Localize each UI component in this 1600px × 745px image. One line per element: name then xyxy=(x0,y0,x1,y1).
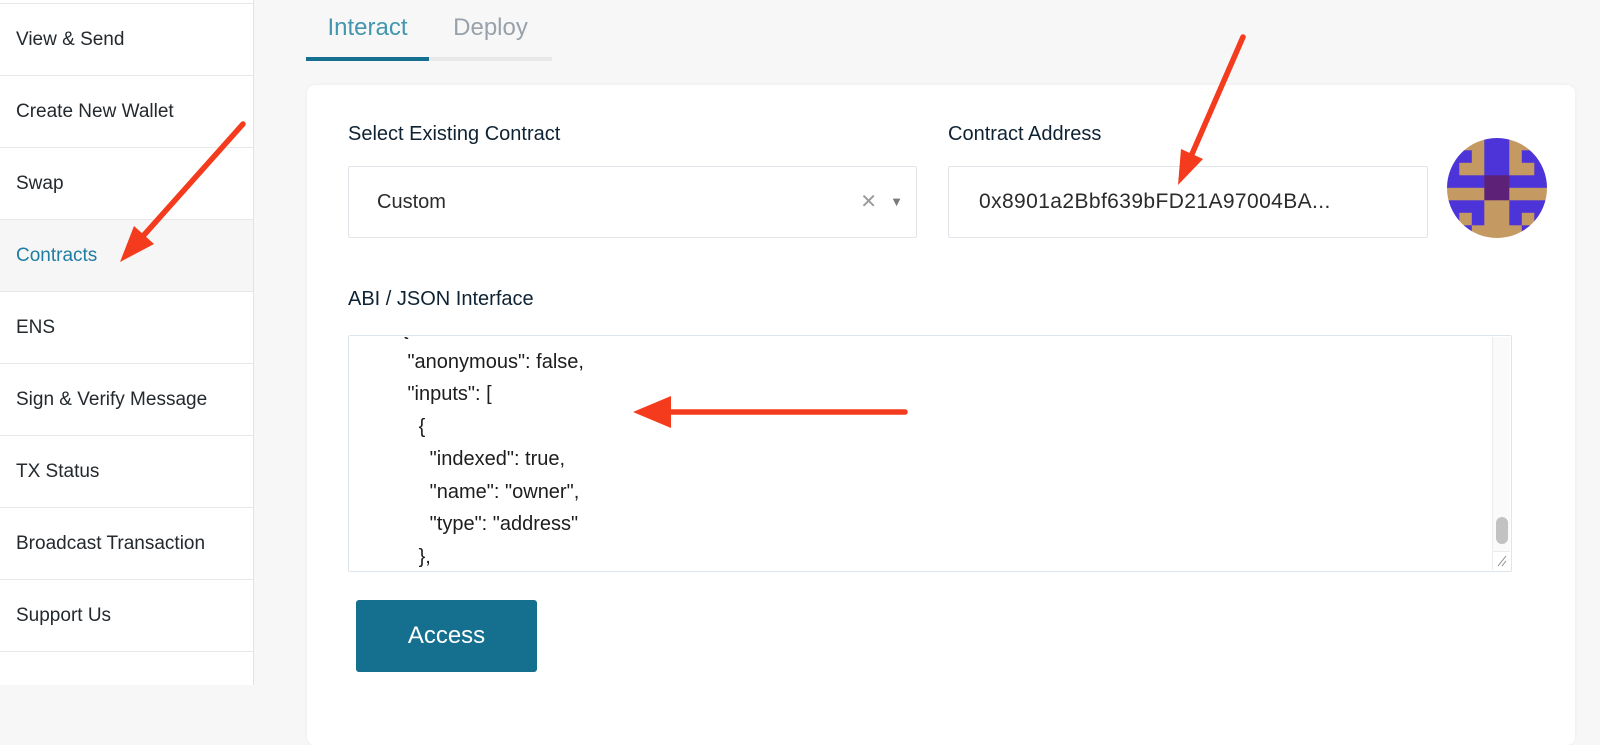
sidebar-item-broadcast-transaction[interactable]: Broadcast Transaction xyxy=(0,508,253,580)
access-button[interactable]: Access xyxy=(356,600,537,672)
sidebar-item-support-us[interactable]: Support Us xyxy=(0,580,253,652)
select-existing-contract-dropdown[interactable]: Custom ✕ ▼ xyxy=(348,166,917,238)
sidebar-item-contracts[interactable]: Contracts xyxy=(0,220,253,292)
tab-deploy-label: Deploy xyxy=(453,14,528,41)
sidebar-item-create-new-wallet[interactable]: Create New Wallet xyxy=(0,76,253,148)
resize-grip-icon xyxy=(1493,552,1509,569)
identicon-grid xyxy=(1447,138,1547,238)
abi-json-text: { "anonymous": false, "inputs": [ { "ind… xyxy=(363,337,584,570)
tab-interact-label: Interact xyxy=(327,14,407,41)
contract-address-label: Contract Address xyxy=(948,123,1101,146)
abi-json-textarea[interactable]: { "anonymous": false, "inputs": [ { "ind… xyxy=(348,335,1512,572)
tab-interact[interactable]: Interact xyxy=(306,8,429,57)
sidebar-item-swap[interactable]: Swap xyxy=(0,148,253,220)
abi-scrollbar-track[interactable] xyxy=(1492,337,1510,553)
contract-address-input[interactable]: 0x8901a2Bbf639bFD21A97004BA... xyxy=(948,166,1428,238)
chevron-down-icon[interactable]: ▼ xyxy=(890,167,903,237)
tab-interact-underline xyxy=(306,57,429,61)
identicon-blocks xyxy=(1447,138,1547,238)
clear-selection-icon[interactable]: ✕ xyxy=(860,167,877,237)
tab-deploy[interactable]: Deploy xyxy=(429,8,552,57)
sidebar-item-view-send[interactable]: View & Send xyxy=(0,4,253,76)
sidebar: View & Send Create New Wallet Swap Contr… xyxy=(0,0,254,685)
abi-textarea-content: { "anonymous": false, "inputs": [ { "ind… xyxy=(350,337,1491,570)
sidebar-item-sign-verify-message[interactable]: Sign & Verify Message xyxy=(0,364,253,436)
contract-address-value: 0x8901a2Bbf639bFD21A97004BA... xyxy=(979,167,1331,237)
address-identicon-avatar xyxy=(1447,138,1547,238)
contract-tabs: Interact Deploy xyxy=(306,8,552,57)
sidebar-item-tx-status[interactable]: TX Status xyxy=(0,436,253,508)
abi-scrollbar-thumb[interactable] xyxy=(1496,517,1508,544)
abi-json-interface-label: ABI / JSON Interface xyxy=(348,288,534,311)
abi-resize-handle[interactable] xyxy=(1492,551,1510,570)
sidebar-item-ens[interactable]: ENS xyxy=(0,292,253,364)
sidebar-nav: View & Send Create New Wallet Swap Contr… xyxy=(0,3,253,652)
select-existing-contract-value: Custom xyxy=(377,167,446,237)
tab-deploy-underline xyxy=(429,57,552,61)
select-existing-contract-label: Select Existing Contract xyxy=(348,123,560,146)
interact-contract-card: Select Existing Contract Custom ✕ ▼ Cont… xyxy=(307,85,1575,745)
